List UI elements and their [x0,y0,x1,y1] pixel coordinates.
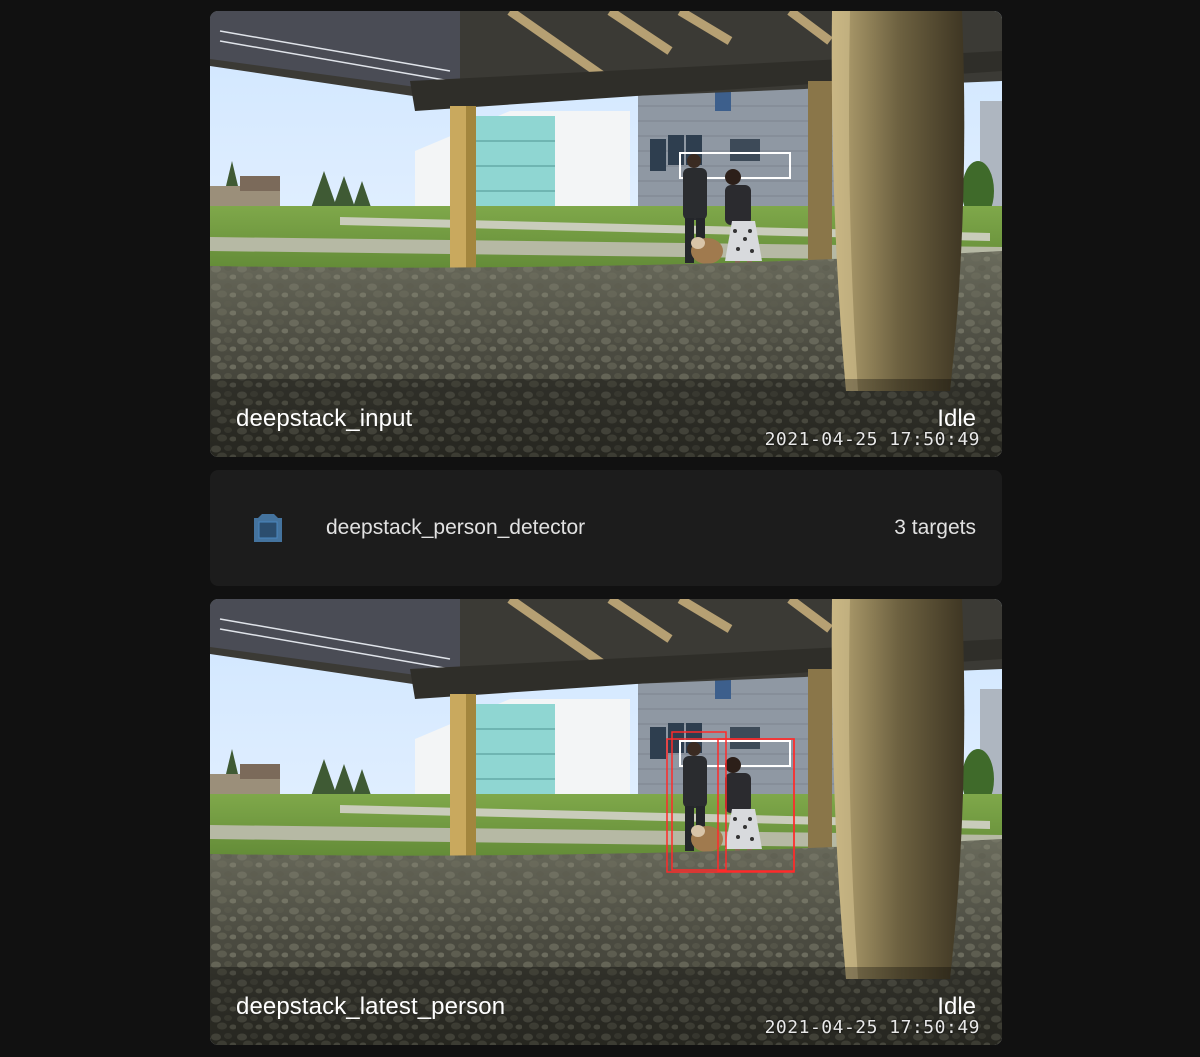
entity-card: deepstack_person_detector 3 targets [210,470,1002,586]
camera-card-deepstack-input[interactable]: deepstack_input Idle 2021-04-25 17:50:49 [210,11,1002,457]
image-filter-center-focus-icon[interactable] [250,510,286,546]
entity-name: deepstack_person_detector [326,516,586,539]
camera-timestamp: 2021-04-25 17:50:49 [764,1017,980,1038]
camera-name: deepstack_latest_person [236,993,506,1020]
camera-timestamp: 2021-04-25 17:50:49 [764,429,980,450]
camera-card-deepstack-latest-person[interactable]: deepstack_latest_person Idle 2021-04-25 … [210,599,1002,1045]
camera-name: deepstack_input [236,405,413,432]
entity-state: 3 targets [894,516,976,539]
entity-row-person-detector[interactable]: deepstack_person_detector 3 targets [210,470,1002,586]
